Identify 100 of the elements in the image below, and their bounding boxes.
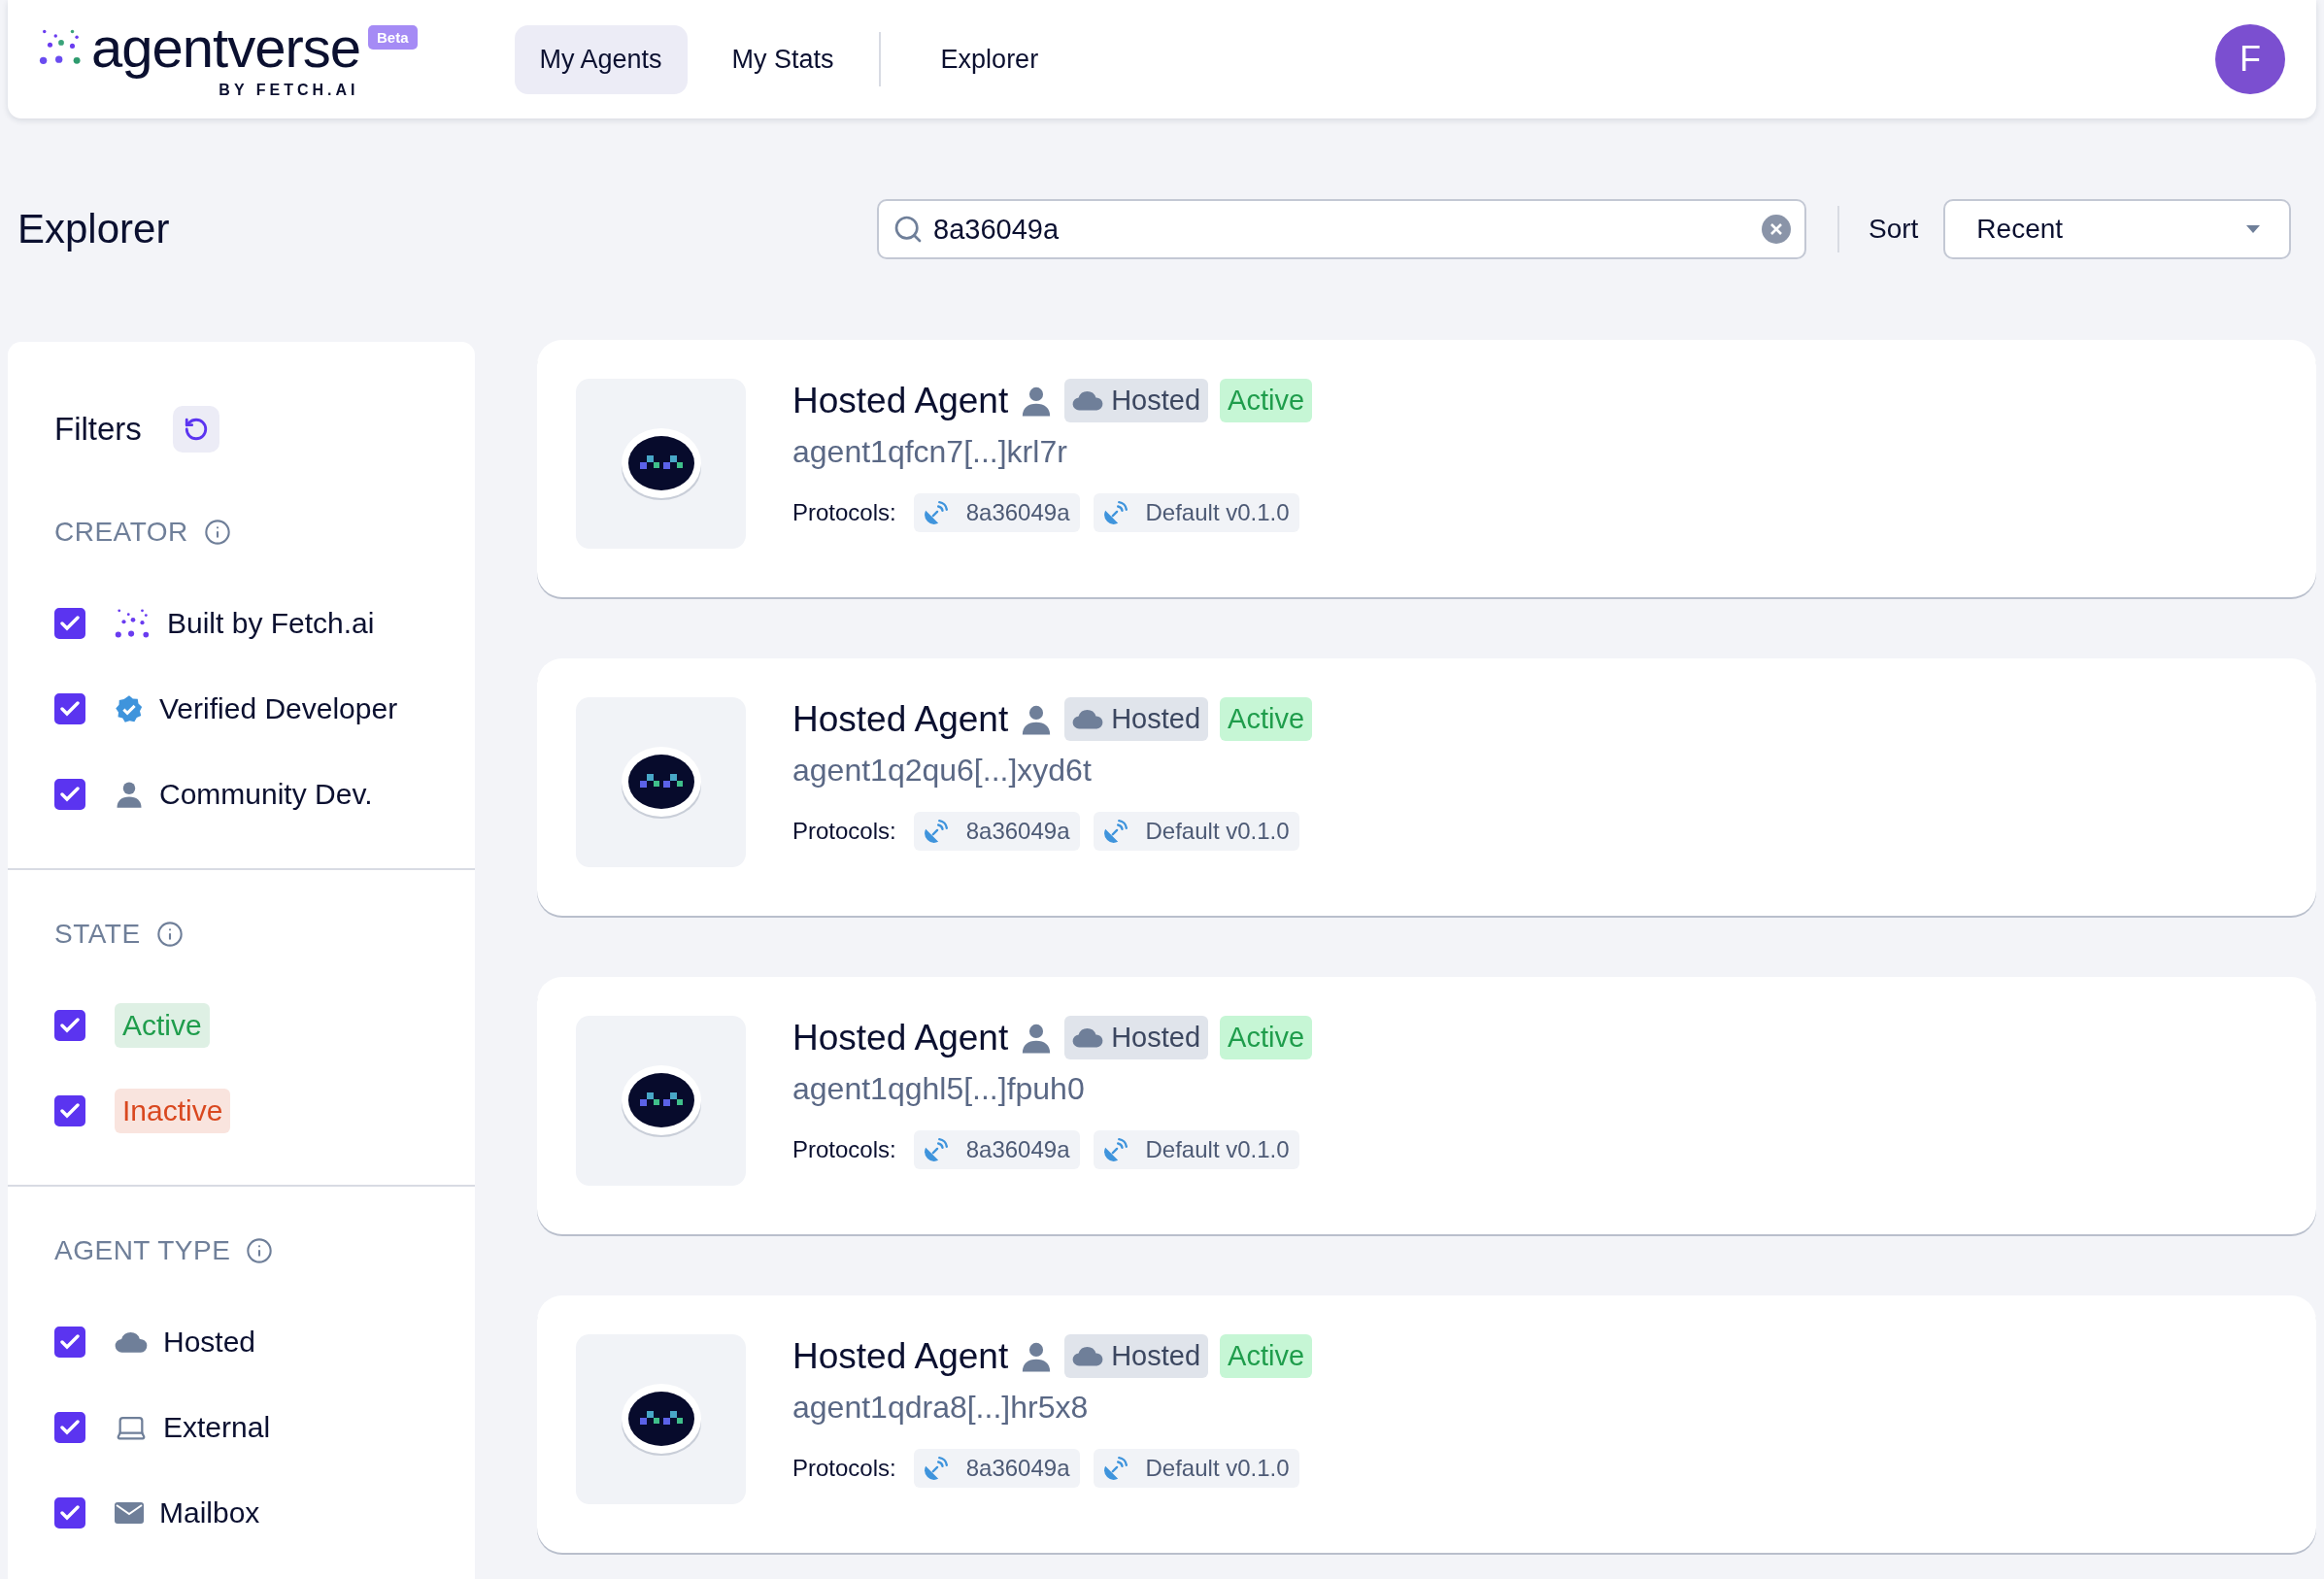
info-icon [203, 519, 231, 546]
protocol-tag: 8a36049a [913, 493, 1080, 532]
agent-address: agent1q2qu6[...]xyd6t [792, 753, 1093, 789]
satellite-dish-icon [923, 1137, 949, 1162]
check-icon [60, 1420, 80, 1435]
satellite-dish-icon [923, 500, 949, 525]
protocol-tag: Default v0.1.0 [1093, 1449, 1299, 1488]
checkbox[interactable] [54, 1010, 85, 1041]
robot-avatar-icon [620, 426, 702, 501]
agent-name: Hosted Agent [792, 1017, 1009, 1058]
satellite-dish-icon [923, 1456, 949, 1481]
cloud-icon [1072, 708, 1104, 730]
protocols-label: Protocols: [792, 1455, 896, 1482]
checkbox[interactable] [54, 1095, 85, 1126]
agent-address: agent1qdra8[...]hr5x8 [792, 1390, 1090, 1426]
cloud-icon [1072, 1345, 1104, 1367]
agent-card[interactable]: Hosted Agent Hosted Active agent1qfcn7[...]krl7r Protocols: 8a36049a Default v0.1.0 [537, 340, 2316, 597]
checkbox[interactable] [54, 608, 85, 639]
checkbox[interactable] [54, 1412, 85, 1443]
sort-dropdown[interactable]: Recent [1943, 199, 2292, 259]
fetch-logo-icon [115, 607, 152, 640]
protocol-tag: Default v0.1.0 [1093, 1130, 1299, 1169]
type-tag: Hosted [1064, 1334, 1209, 1378]
robot-avatar-icon [620, 1382, 702, 1457]
check-icon [60, 787, 80, 802]
satellite-dish-icon [1102, 500, 1128, 525]
filter-option-label: Built by Fetch.ai [167, 607, 375, 640]
user-avatar[interactable]: F [2215, 24, 2285, 94]
check-icon [60, 1505, 80, 1521]
check-icon [60, 1018, 80, 1033]
protocol-tag: 8a36049a [913, 812, 1080, 851]
protocol-tag: 8a36049a [913, 1449, 1080, 1488]
type-tag: Hosted [1064, 379, 1209, 422]
page-title: Explorer [17, 206, 171, 252]
search-icon [893, 214, 924, 245]
status-tag: Active [1220, 1334, 1313, 1378]
filter-option-label: Mailbox [159, 1496, 260, 1529]
beta-badge: Beta [368, 25, 418, 50]
search-field[interactable]: 8a36049a [877, 199, 1806, 259]
checkbox[interactable] [54, 779, 85, 810]
sort-label: Sort [1869, 214, 1919, 245]
agent-card[interactable]: Hosted Agent Hosted Active agent1qdra8[...]hr5x8 Protocols: 8a36049a Default v0.1.0 [537, 1295, 2316, 1553]
agent-card[interactable]: Hosted Agent Hosted Active agent1qghl5[...]fpuh0 Protocols: 8a36049a Default v0.1.0 [537, 977, 2316, 1234]
satellite-dish-icon [1102, 819, 1128, 844]
nav-tab[interactable]: Explorer [915, 24, 1064, 94]
protocol-tag: Default v0.1.0 [1093, 493, 1299, 532]
filter-group-title: STATE [54, 919, 141, 950]
info-icon [155, 921, 184, 948]
protocol-tag: Default v0.1.0 [1093, 812, 1299, 851]
satellite-dish-icon [923, 819, 949, 844]
checkbox[interactable] [54, 693, 85, 724]
protocols-label: Protocols: [792, 499, 896, 526]
agent-name: Hosted Agent [792, 380, 1009, 421]
mail-icon [115, 1502, 144, 1524]
satellite-dish-icon [1102, 1456, 1128, 1481]
status-tag: Active [115, 1003, 210, 1048]
verified-badge-icon [115, 694, 144, 723]
filter-group-title: AGENT TYPE [54, 1235, 231, 1266]
agent-name: Hosted Agent [792, 1335, 1009, 1377]
caret-icon [2246, 225, 2261, 233]
agent-name: Hosted Agent [792, 698, 1009, 740]
check-icon [60, 1334, 80, 1350]
protocol-tag: 8a36049a [913, 1130, 1080, 1169]
filter-option-label: Community Dev. [159, 778, 373, 811]
status-tag: Inactive [115, 1089, 231, 1133]
filter-option-label: External [163, 1411, 271, 1444]
check-icon [60, 1103, 80, 1119]
checkbox[interactable] [54, 1497, 85, 1529]
cloud-icon [1072, 1026, 1104, 1049]
info-icon [246, 1237, 274, 1264]
checkbox[interactable] [54, 1327, 85, 1358]
filter-option-label: Hosted [163, 1326, 256, 1359]
clear-button[interactable] [1762, 215, 1791, 244]
cloud-icon [115, 1330, 148, 1354]
agent-address: agent1qghl5[...]fpuh0 [792, 1071, 1086, 1107]
protocols-label: Protocols: [792, 1136, 896, 1163]
protocols-label: Protocols: [792, 818, 896, 845]
logo-byline: BY FETCH.AI [219, 82, 359, 99]
agent-card[interactable]: Hosted Agent Hosted Active agent1q2qu6[...]xyd6t Protocols: 8a36049a Default v0.1.0 [537, 658, 2316, 916]
type-tag: Hosted [1064, 1016, 1209, 1059]
type-tag: Hosted [1064, 697, 1209, 741]
status-tag: Active [1220, 697, 1313, 741]
status-tag: Active [1220, 379, 1313, 422]
reset-button[interactable] [172, 406, 219, 453]
filter-option-label: Verified Developer [159, 692, 398, 725]
robot-avatar-icon [620, 1063, 702, 1138]
reset-icon [183, 417, 209, 442]
agent-address: agent1qfcn7[...]krl7r [792, 434, 1068, 470]
person-icon [115, 780, 144, 809]
cloud-icon [1072, 389, 1104, 412]
nav-tab[interactable]: My Agents [514, 24, 688, 94]
status-tag: Active [1220, 1016, 1313, 1059]
filter-group-title: CREATOR [54, 517, 188, 548]
satellite-dish-icon [1102, 1137, 1128, 1162]
close-icon [1769, 222, 1783, 236]
check-icon [60, 616, 80, 631]
logo-icon [39, 28, 84, 67]
filters-title: Filters [54, 411, 142, 448]
check-icon [60, 701, 80, 717]
nav-tab[interactable]: My Stats [706, 24, 859, 94]
